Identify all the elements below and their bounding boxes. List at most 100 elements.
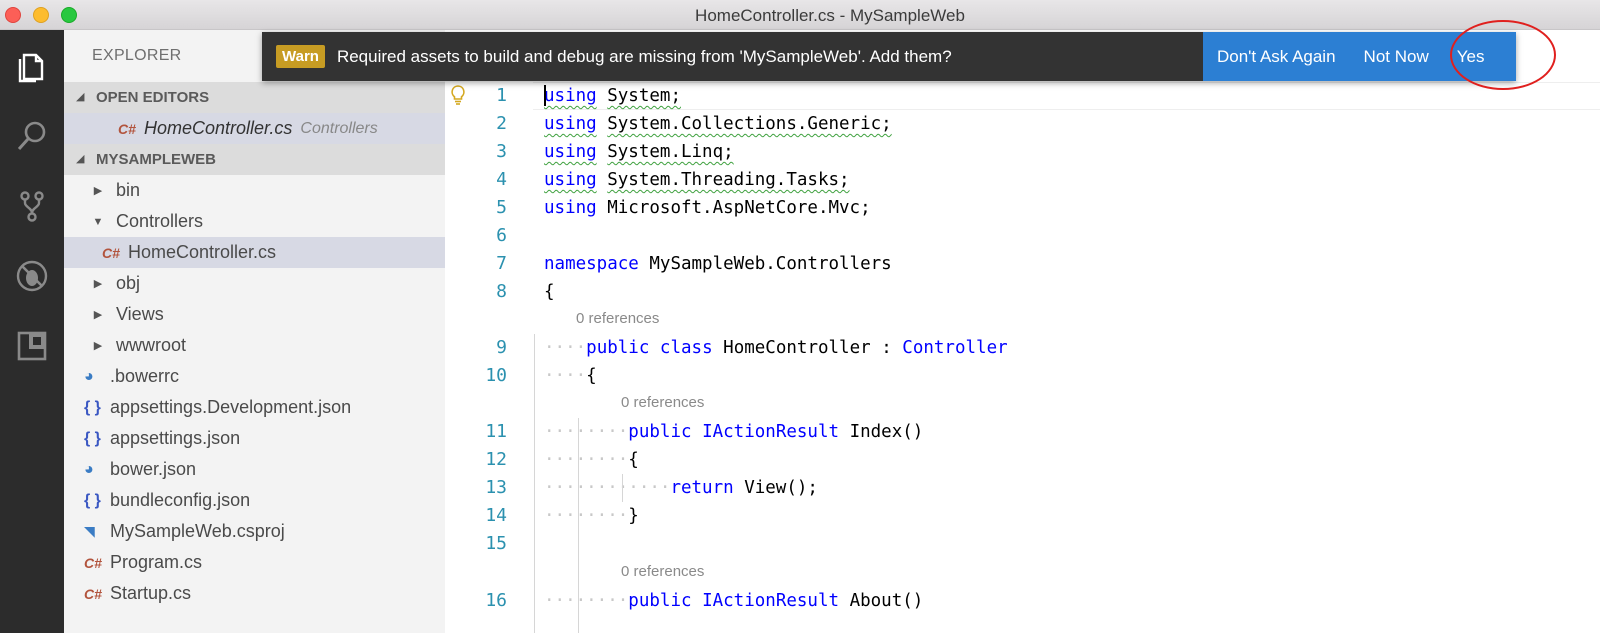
- keyword-token: class: [659, 338, 713, 358]
- chevron-down-icon[interactable]: ▼: [92, 216, 104, 228]
- code-line: 15: [445, 530, 1600, 558]
- search-icon[interactable]: [8, 112, 56, 160]
- code-text: ········public IActionResult About(): [544, 587, 923, 615]
- code-line: 10 ····{: [445, 362, 1600, 390]
- codelens-references[interactable]: 0 references: [621, 394, 704, 411]
- whitespace-dots: ····: [544, 366, 587, 386]
- file-tree-label: Program.cs: [110, 552, 203, 572]
- file-tree-label: bin: [116, 180, 141, 200]
- whitespace-dots: ········: [544, 506, 629, 526]
- code-line: 12 ········{: [445, 446, 1600, 474]
- codelens-references[interactable]: 0 references: [576, 310, 659, 327]
- code-token: {: [586, 366, 597, 386]
- not-now-button[interactable]: Not Now: [1350, 32, 1443, 81]
- code-text: ····{: [544, 362, 597, 390]
- line-number: 9: [496, 337, 507, 358]
- explorer-sidebar: EXPLORER ◢ OPEN EDITORS C# HomeControlle…: [64, 30, 445, 633]
- debug-icon[interactable]: [8, 252, 56, 300]
- code-line: 2 using System.Collections.Generic;: [445, 110, 1600, 138]
- missing-assets-notification: Warn Required assets to build and debug …: [262, 32, 1516, 81]
- json-file-icon: { }: [84, 429, 101, 447]
- code-line: 13 ············return View();: [445, 474, 1600, 502]
- code-text: ········public IActionResult Index(): [544, 418, 923, 446]
- line-number: 8: [496, 281, 507, 302]
- open-editor-item[interactable]: C# HomeController.cs Controllers: [64, 113, 445, 144]
- line-number: 12: [485, 449, 507, 470]
- file-tree-item[interactable]: C# Startup.cs: [64, 578, 445, 609]
- project-section-header[interactable]: ◢ MYSAMPLEWEB: [64, 144, 445, 175]
- code-line: 4 using System.Threading.Tasks;: [445, 166, 1600, 194]
- code-token: }: [628, 506, 639, 526]
- open-editors-title: OPEN EDITORS: [96, 89, 210, 106]
- code-line: 16 ········public IActionResult About(): [445, 587, 1600, 615]
- code-token: Microsoft.AspNetCore.Mvc;: [607, 198, 871, 218]
- type-token: IActionResult: [702, 591, 840, 611]
- line-number: 6: [496, 225, 507, 246]
- open-editors-section-header[interactable]: ◢ OPEN EDITORS: [64, 82, 445, 113]
- whitespace-dots: ········: [544, 591, 629, 611]
- file-tree-item[interactable]: ▶ obj: [64, 268, 445, 299]
- code-token: System.Linq;: [607, 142, 734, 162]
- line-number: 11: [485, 421, 507, 442]
- whitespace-dots: ········: [544, 450, 629, 470]
- file-tree-item[interactable]: { } appsettings.Development.json: [64, 392, 445, 423]
- chevron-right-icon[interactable]: ▶: [92, 339, 104, 352]
- chevron-down-icon: ◢: [76, 153, 85, 165]
- json-file-icon: { }: [84, 398, 101, 416]
- file-tree-item[interactable]: { } bundleconfig.json: [64, 485, 445, 516]
- file-tree-item[interactable]: C# Program.cs: [64, 547, 445, 578]
- code-text: using System.Threading.Tasks;: [544, 166, 850, 194]
- file-tree-item[interactable]: ▶ wwwroot: [64, 330, 445, 361]
- line-number: 16: [485, 590, 507, 611]
- source-control-icon[interactable]: [8, 182, 56, 230]
- keyword-token: namespace: [544, 254, 639, 274]
- code-line: 8{: [445, 278, 1600, 306]
- file-tree-item[interactable]: ▼ Controllers: [64, 206, 445, 237]
- extensions-icon[interactable]: [8, 322, 56, 370]
- code-text: using System.Linq;: [544, 138, 734, 166]
- whitespace-dots: ············: [544, 478, 671, 498]
- codelens-references[interactable]: 0 references: [621, 563, 704, 580]
- chevron-right-icon[interactable]: ▶: [92, 308, 104, 321]
- file-tree-item[interactable]: ◕ .bowerrc: [64, 361, 445, 392]
- line-number: 14: [485, 505, 507, 526]
- file-tree: ▶ bin ▼ Controllers C# HomeController.cs ▶ obj ▶…: [64, 175, 445, 609]
- csharp-file-icon: C#: [102, 244, 120, 261]
- file-tree-item[interactable]: ◕ bower.json: [64, 454, 445, 485]
- title-bar: HomeController.cs - MySampleWeb: [0, 0, 1600, 30]
- csharp-file-icon: C#: [118, 120, 136, 137]
- file-tree-item[interactable]: C# HomeController.cs: [64, 237, 445, 268]
- file-tree-label: Views: [116, 304, 164, 324]
- code-editor[interactable]: 1 using System; 2 using System.Collections.…: [445, 30, 1600, 633]
- code-line: 1 using System;: [445, 82, 1600, 110]
- csharp-file-icon: C#: [84, 585, 102, 602]
- file-tree-item[interactable]: ◥ MySampleWeb.csproj: [64, 516, 445, 547]
- file-tree-item[interactable]: { } appsettings.json: [64, 423, 445, 454]
- project-file-icon: ◥: [84, 523, 95, 539]
- code-token: System.Threading.Tasks;: [607, 170, 850, 190]
- json-file-icon: { }: [84, 491, 101, 509]
- file-tree-label: obj: [116, 273, 141, 293]
- code-token: HomeController :: [723, 338, 892, 358]
- keyword-token: using: [544, 142, 597, 162]
- file-tree-item[interactable]: ▶ Views: [64, 299, 445, 330]
- code-token: About(): [849, 591, 924, 611]
- file-tree-label: .bowerrc: [110, 366, 180, 386]
- code-token: View();: [744, 478, 818, 498]
- file-tree-item[interactable]: ▶ bin: [64, 175, 445, 206]
- code-text: ············return View();: [544, 474, 818, 502]
- code-token: System.Collections.Generic;: [607, 114, 892, 134]
- file-tree-label: appsettings.json: [110, 428, 241, 448]
- dont-ask-again-button[interactable]: Don't Ask Again: [1203, 32, 1350, 81]
- code-text: ····public class HomeController : Contro…: [544, 334, 1008, 362]
- chevron-right-icon[interactable]: ▶: [92, 184, 104, 197]
- whitespace-dots: ····: [544, 338, 587, 358]
- chevron-right-icon[interactable]: ▶: [92, 277, 104, 290]
- keyword-token: public: [586, 338, 650, 358]
- code-line: 7 namespace MySampleWeb.Controllers: [445, 250, 1600, 278]
- file-tree-label: MySampleWeb.csproj: [110, 521, 285, 541]
- line-number: 2: [496, 113, 507, 134]
- files-icon[interactable]: [8, 42, 56, 90]
- file-tree-label: appsettings.Development.json: [110, 397, 352, 417]
- indent-guide: [534, 334, 535, 633]
